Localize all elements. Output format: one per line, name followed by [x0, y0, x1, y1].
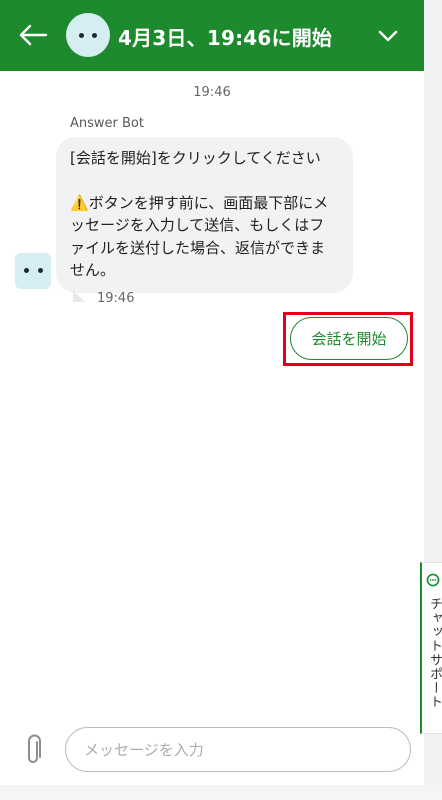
bot-message-bubble: [会話を開始]をクリックしてください ⚠️ボタンを押す前に、画面最下部にメッセー… [56, 137, 353, 293]
warning-icon: ⚠️ [70, 193, 89, 212]
sender-name: Answer Bot [70, 116, 144, 131]
attach-button[interactable] [22, 734, 46, 768]
arrow-left-icon [19, 24, 48, 46]
message-warning-text: ⚠️ボタンを押す前に、画面最下部にメッセージを入力して送信、もしくはファイルを送… [70, 192, 339, 282]
chat-bubble-icon [426, 573, 440, 587]
conversation-timestamp: 19:46 [193, 85, 231, 100]
chat-support-label: チャットサポート [427, 597, 442, 709]
bottom-bar [0, 785, 442, 800]
bot-avatar [15, 253, 51, 289]
chat-support-tab[interactable]: チャットサポート [420, 562, 442, 734]
bot-avatar-header [66, 13, 110, 57]
back-button[interactable] [16, 20, 50, 50]
chevron-down-icon [378, 30, 398, 42]
bubble-tail [73, 290, 85, 302]
start-conversation-button[interactable]: 会話を開始 [290, 317, 408, 360]
message-body: ボタンを押す前に、画面最下部にメッセージを入力して送信、もしくはファイルを送付し… [70, 193, 329, 280]
message-timestamp: 19:46 [97, 291, 135, 306]
paperclip-icon [28, 734, 41, 763]
message-input[interactable] [65, 727, 411, 772]
chat-panel: 4月3日、19:46に開始 19:46 Answer Bot [会話を開始]をク… [0, 0, 424, 800]
chat-header: 4月3日、19:46に開始 [0, 0, 424, 71]
conversation-title: 4月3日、19:46に開始 [118, 26, 333, 50]
message-line: [会話を開始]をクリックしてください [70, 149, 321, 167]
collapse-button[interactable] [372, 22, 404, 50]
